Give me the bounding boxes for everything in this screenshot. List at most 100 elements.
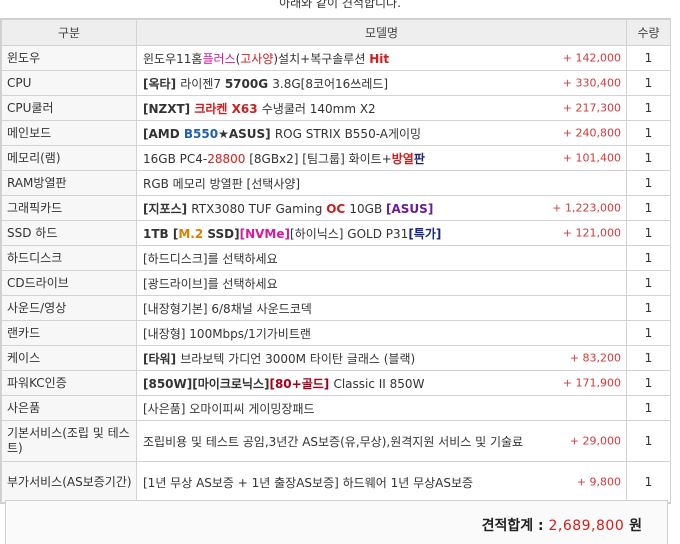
table-row: 메인보드 [AMD B550★ASUS] ROG STRIX B550-A게이밍 +…	[1, 120, 671, 146]
row-category: CD드라이브	[1, 270, 137, 296]
row-price: + 142,000	[562, 51, 621, 65]
model-text-part: [NVMe]	[239, 226, 290, 241]
model-text-part: 조립비용 및 테스트 공임,3년간 AS보증(유,무상),원격지원 서비스 및 …	[143, 434, 524, 449]
row-category: 그래픽카드	[1, 195, 137, 221]
table-row: 케이스 [타워] 브라보텍 가디언 3000M 타이탄 글래스 (블랙) + 83,…	[1, 345, 671, 371]
row-price: + 171,900	[562, 376, 621, 390]
model-name: [850W][마이크로닉스][80+골드] Classic II 850W	[143, 375, 424, 392]
row-price: + 83,200	[569, 351, 621, 365]
row-qty: 1	[626, 395, 671, 421]
row-model[interactable]: 조립비용 및 테스트 공임,3년간 AS보증(유,무상),원격지원 서비스 및 …	[136, 420, 627, 462]
table-row: CPU쿨러 [NZXT] 크라켄 X63 수냉쿨러 140mm X2 + 217,3…	[1, 95, 671, 121]
model-text-part: 수냉쿨러 140mm X2	[261, 101, 376, 116]
table-row: 하드디스크 [하드디스크]를 선택하세요 1	[1, 245, 671, 271]
header-category: 구분	[1, 19, 137, 46]
row-qty: 1	[626, 70, 671, 96]
model-text-part: [광드라이브]를 선택하세요	[143, 276, 278, 291]
model-name: 16GB PC4-28800 [8GBx2] [팀그룹] 화이트+방열판	[143, 150, 425, 167]
model-text-part: )설치+복구솔루션	[273, 51, 370, 66]
model-text-part: 5700G	[224, 76, 273, 91]
model-name: [광드라이브]를 선택하세요	[143, 275, 278, 292]
model-text-part: [사은품] 오마이피씨 게이밍장패드	[143, 401, 315, 416]
quote-intro-text: 아래와 같이 견적합니다.	[279, 0, 401, 10]
row-model[interactable]: [광드라이브]를 선택하세요	[136, 270, 627, 296]
model-text-part: 3.8G[8코어16쓰레드]	[272, 76, 389, 91]
table-row: 부가서비스(AS보증기간) [1년 무상 AS보증 + 1년 출장AS보증] 하드…	[1, 461, 671, 503]
total-summary-box: 견적합계 : 2,689,800 원	[5, 500, 668, 544]
row-model[interactable]: [AMD B550★ASUS] ROG STRIX B550-A게이밍 + 240…	[136, 120, 627, 146]
row-model[interactable]: [NZXT] 크라켄 X63 수냉쿨러 140mm X2 + 217,300	[136, 95, 627, 121]
model-text-part: 라이젠7	[180, 76, 225, 91]
model-text-part: 16GB PC4-	[143, 151, 208, 166]
row-category: 기본서비스(조립 및 테스트)	[1, 420, 137, 462]
model-name: [지포스] RTX3080 TUF Gaming OC 10GB [ASUS]	[143, 200, 433, 217]
row-category: RAM방열판	[1, 170, 137, 196]
model-name: 조립비용 및 테스트 공임,3년간 AS보증(유,무상),원격지원 서비스 및 …	[143, 433, 523, 450]
row-model[interactable]: 윈도우11홈플러스(고사양)설치+복구솔루션 Hit + 142,000	[136, 45, 627, 71]
row-category: 하드디스크	[1, 245, 137, 271]
model-text-part: 10GB	[349, 201, 387, 216]
row-price: + 240,800	[562, 126, 621, 140]
row-model[interactable]: 16GB PC4-28800 [8GBx2] [팀그룹] 화이트+방열판 + 10…	[136, 145, 627, 171]
total-unit: 원	[624, 518, 642, 534]
model-text-part: RGB 메모리 방열판 [선택사양]	[143, 176, 301, 191]
row-qty: 1	[626, 120, 671, 146]
row-price: + 1,223,000	[552, 201, 621, 215]
table-row: 사운드/영상 [내장형기본] 6/8채널 사운드코덱 1	[1, 295, 671, 321]
row-model[interactable]: [내장형기본] 6/8채널 사운드코덱	[136, 295, 627, 321]
model-text-part: 1TB	[143, 226, 173, 241]
model-text-part: M.2	[178, 226, 208, 241]
row-model[interactable]: [850W][마이크로닉스][80+골드] Classic II 850W + 1…	[136, 370, 627, 396]
row-category: 윈도우	[1, 45, 137, 71]
model-text-part: [850W][마이크로닉스]	[143, 376, 270, 391]
table-row: CPU [옥타] 라이젠7 5700G 3.8G[8코어16쓰레드] + 330,4…	[1, 70, 671, 96]
table-row: 메모리(램) 16GB PC4-28800 [8GBx2] [팀그룹] 화이트+방…	[1, 145, 671, 171]
model-name: RGB 메모리 방열판 [선택사양]	[143, 175, 300, 192]
model-name: [내장형기본] 6/8채널 사운드코덱	[143, 300, 312, 317]
row-model[interactable]: RGB 메모리 방열판 [선택사양]	[136, 170, 627, 196]
row-model[interactable]: [사은품] 오마이피씨 게이밍장패드	[136, 395, 627, 421]
model-name: [하드디스크]를 선택하세요	[143, 250, 278, 267]
row-qty: 1	[626, 370, 671, 396]
model-text-part: [하이닉스] GOLD P31	[289, 226, 409, 241]
row-price: + 101,400	[562, 151, 621, 165]
model-text-part: 플러스	[202, 51, 236, 66]
table-row: 파워KC인증 [850W][마이크로닉스][80+골드] Classic II 8…	[1, 370, 671, 396]
table-row: 기본서비스(조립 및 테스트) 조립비용 및 테스트 공임,3년간 AS보증(유,…	[1, 420, 671, 462]
model-text-part: RTX3080 TUF Gaming	[191, 201, 327, 216]
row-category: 파워KC인증	[1, 370, 137, 396]
row-model[interactable]: [내장형] 100Mbps/1기가비트랜	[136, 320, 627, 346]
quote-table-body: 윈도우 윈도우11홈플러스(고사양)설치+복구솔루션 Hit + 142,000 1 C…	[1, 45, 671, 503]
row-category: 부가서비스(AS보증기간)	[1, 461, 137, 503]
row-price: + 9,800	[576, 475, 621, 489]
row-model[interactable]: [타워] 브라보텍 가디언 3000M 타이탄 글래스 (블랙) + 83,200	[136, 345, 627, 371]
model-text-part: [내장형] 100Mbps/1기가비트랜	[143, 326, 311, 341]
row-model[interactable]: 1TB [M.2 SSD][NVMe][하이닉스] GOLD P31[특가] + …	[136, 220, 627, 246]
model-name: [AMD B550★ASUS] ROG STRIX B550-A게이밍	[143, 125, 421, 142]
row-model[interactable]: [옥타] 라이젠7 5700G 3.8G[8코어16쓰레드] + 330,400	[136, 70, 627, 96]
table-header-row: 구분 모델명 수량	[1, 19, 671, 46]
row-category: 사운드/영상	[1, 295, 137, 321]
row-price: + 217,300	[562, 101, 621, 115]
total-label: 견적합계 :	[481, 518, 549, 534]
model-name: [NZXT] 크라켄 X63 수냉쿨러 140mm X2	[143, 100, 376, 117]
header-qty: 수량	[626, 19, 671, 46]
quote-table: 구분 모델명 수량 윈도우 윈도우11홈플러스(고사양)설치+복구솔루션 Hit +…	[1, 19, 671, 503]
row-qty: 1	[626, 295, 671, 321]
row-qty: 1	[626, 245, 671, 271]
row-category: 메인보드	[1, 120, 137, 146]
row-qty: 1	[626, 320, 671, 346]
table-row: 그래픽카드 [지포스] RTX3080 TUF Gaming OC 10GB [A…	[1, 195, 671, 221]
model-text-part: [NZXT]	[143, 101, 195, 116]
quote-table-frame: 구분 모델명 수량 윈도우 윈도우11홈플러스(고사양)설치+복구솔루션 Hit +…	[0, 18, 671, 504]
model-text-part: Hit	[369, 51, 390, 66]
header-model: 모델명	[136, 19, 627, 46]
row-price: + 121,000	[562, 226, 621, 240]
model-text-part: 고사양	[240, 51, 274, 66]
row-category: 사은품	[1, 395, 137, 421]
model-text-part: 크라켄 X63	[194, 101, 262, 116]
row-model[interactable]: [지포스] RTX3080 TUF Gaming OC 10GB [ASUS] +…	[136, 195, 627, 221]
table-row: 사은품 [사은품] 오마이피씨 게이밍장패드 1	[1, 395, 671, 421]
row-model[interactable]: [1년 무상 AS보증 + 1년 출장AS보증] 하드웨어 1년 무상AS보증 +…	[136, 461, 627, 503]
row-model[interactable]: [하드디스크]를 선택하세요	[136, 245, 627, 271]
